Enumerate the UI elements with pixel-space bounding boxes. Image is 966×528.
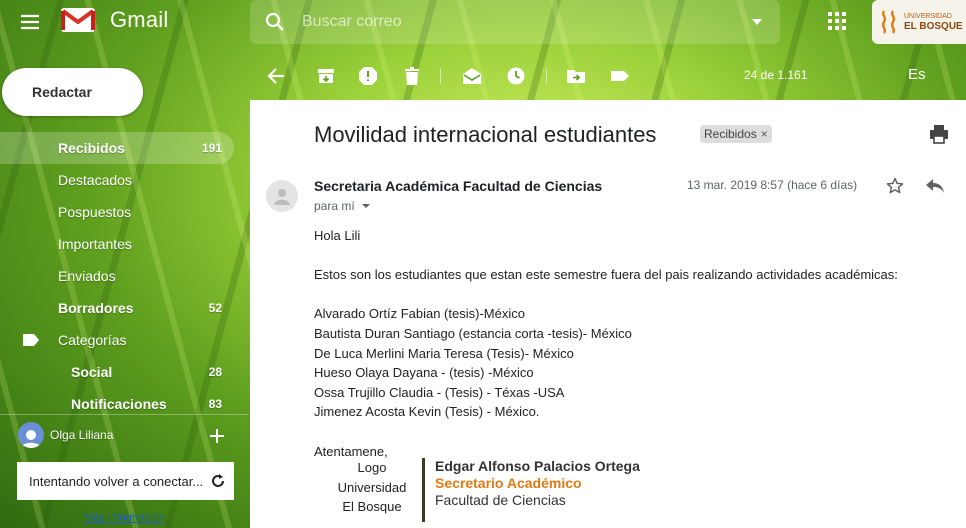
move-to-folder-icon[interactable] [566, 66, 586, 86]
label-tag-icon[interactable] [610, 66, 630, 86]
signature-logo-line: Logo [357, 460, 387, 475]
message-panel: Movilidad internacional estudiantes Reci… [250, 100, 966, 528]
avatar [18, 422, 44, 448]
signature-logo-line: Universidad [337, 479, 407, 495]
greeting: Hola Lili [314, 228, 361, 243]
organization-name-big: EL BOSQUE [904, 21, 963, 32]
sidebar-divider [0, 414, 248, 415]
student-line: Jimenez Acosta Kevin (Tesis) - México. [314, 404, 540, 420]
message-body: Hola Lili Estos son los estudiantes que … [314, 226, 898, 461]
sidebar-item-inbox[interactable]: Recibidos 191 [0, 132, 234, 164]
student-line: Bautista Duran Santiago (estancia corta … [314, 325, 632, 341]
sidebar-item-sent[interactable]: Enviados [0, 260, 234, 292]
main-menu-icon[interactable] [18, 10, 42, 34]
recipient-details[interactable]: para mí [314, 199, 371, 213]
gmail-logo[interactable]: Gmail [60, 6, 168, 34]
hangouts-user[interactable]: Olga Liliana [18, 422, 113, 448]
student-line: Hueso Olaya Dayana - (tesis) -México [314, 365, 534, 381]
sidebar-item-starred[interactable]: Destacados [0, 164, 234, 196]
signature-block: Edgar Alfonso Palacios Ortega Secretario… [435, 458, 640, 509]
student-line: Alvarado Ortíz Fabian (tesis)-México [314, 306, 525, 322]
app-name: Gmail [110, 7, 169, 32]
reply-icon[interactable] [925, 177, 945, 195]
message-subject: Movilidad internacional estudiantes [314, 122, 657, 147]
back-arrow-icon[interactable] [266, 66, 286, 86]
drafts-count: 52 [208, 301, 222, 315]
sidebar-item-label: Importantes [58, 236, 132, 252]
print-icon[interactable] [929, 124, 949, 144]
snooze-clock-icon[interactable] [506, 66, 526, 86]
report-spam-icon[interactable] [358, 66, 378, 86]
recipient-text: para mí [314, 199, 355, 213]
star-icon[interactable] [886, 177, 904, 195]
sidebar-item-categories[interactable]: Categorías [0, 324, 234, 356]
sidebar-item-label: Destacados [58, 172, 132, 188]
sidebar-item-social[interactable]: Social 28 [0, 356, 234, 388]
sidebar-item-notifications[interactable]: Notificaciones 83 [0, 388, 234, 420]
remove-label-close-icon[interactable]: × [761, 127, 768, 141]
recipient-dropdown-icon[interactable] [361, 201, 371, 211]
sender-avatar[interactable] [266, 180, 298, 212]
notifications-count: 83 [208, 397, 222, 411]
pagination-count: 24 de 1.161 [744, 68, 808, 82]
sidebar-item-label: Recibidos [58, 140, 125, 156]
search-icon[interactable] [264, 11, 286, 33]
language-selector[interactable]: Es [908, 66, 926, 83]
label-icon [22, 333, 40, 347]
new-conversation-plus-icon[interactable] [209, 428, 225, 444]
university-emblem-icon [880, 9, 898, 35]
inbox-label-chip: Recibidos × [700, 125, 772, 143]
toolbar-divider [440, 68, 441, 84]
mark-as-read-icon[interactable] [462, 66, 482, 86]
archive-icon[interactable] [316, 66, 336, 86]
signature-logo-placeholder: Logo Universidad El Bosque [334, 458, 410, 517]
search-options-icon[interactable] [750, 15, 764, 29]
search-input[interactable] [302, 13, 722, 31]
message-toolbar: 24 de 1.161 Es [250, 52, 966, 100]
sender-name[interactable]: Secretaria Académica Facultad de Ciencia… [314, 178, 602, 194]
refresh-icon[interactable] [210, 473, 226, 489]
unread-count: 191 [201, 141, 222, 155]
signature-title: Secretario Académico [435, 475, 582, 491]
sidebar-nav: Recibidos 191 Destacados Pospuestos Impo… [0, 132, 234, 420]
organization-logo[interactable]: UNIVERSIDAD EL BOSQUE [872, 0, 966, 44]
compose-button[interactable]: Redactar [2, 68, 143, 116]
sidebar-item-snoozed[interactable]: Pospuestos [0, 196, 234, 228]
organization-name: UNIVERSIDAD EL BOSQUE [904, 12, 963, 32]
sidebar-item-label: Social [71, 364, 113, 380]
student-line: Ossa Trujillo Claudia - (Tesis) - Téxas … [314, 384, 565, 400]
signature-logo-line: El Bosque [342, 499, 402, 515]
message-date: 13 mar. 2019 8:57 (hace 6 días) [687, 178, 858, 192]
social-count: 28 [208, 365, 222, 379]
reconnect-notice: Intentando volver a conectar... [17, 462, 234, 500]
sidebar-item-important[interactable]: Importantes [0, 228, 234, 260]
signature-name: Edgar Alfonso Palacios Ortega [435, 458, 640, 474]
apps-grid-icon[interactable] [826, 10, 848, 32]
delete-icon[interactable] [402, 66, 422, 86]
hangouts-user-name: Olga Liliana [50, 428, 114, 442]
signature-divider [422, 458, 425, 522]
more-info-link[interactable]: Más información [84, 512, 165, 524]
sidebar-item-drafts[interactable]: Borradores 52 [0, 292, 234, 324]
reconnect-text: Intentando volver a conectar... [29, 473, 204, 489]
sidebar-item-label: Enviados [58, 268, 116, 284]
sidebar-item-label: Categorías [58, 332, 127, 348]
signature-department: Facultad de Ciencias [435, 492, 566, 508]
sidebar-item-label: Notificaciones [71, 396, 167, 412]
sidebar-item-label: Borradores [58, 300, 134, 316]
sidebar-item-label: Pospuestos [58, 204, 132, 220]
toolbar-divider [546, 68, 547, 84]
student-line: De Luca Merlini Maria Teresa (Tesis)- Mé… [314, 345, 574, 361]
gmail-envelope-icon [60, 6, 96, 34]
search-bar [250, 0, 780, 44]
label-chip-text: Recibidos [704, 127, 757, 141]
intro-text: Estos son los estudiantes que estan este… [314, 267, 898, 283]
